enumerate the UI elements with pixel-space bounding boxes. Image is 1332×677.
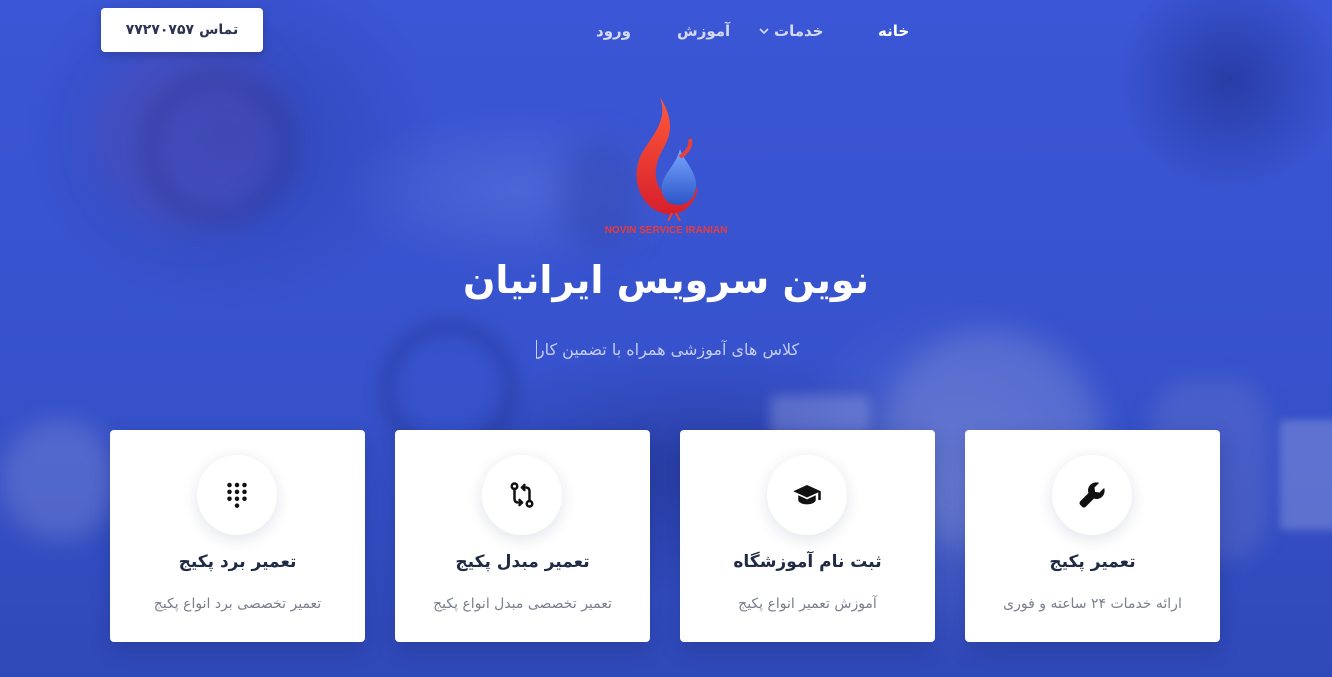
- hero-subtitle-text: کلاس های آموزشی همراه با تضمین کار: [536, 340, 800, 359]
- card-description: تعمیر تخصصی برد انواع پکیج: [153, 596, 322, 612]
- card-icon-circle: [1052, 455, 1132, 535]
- nav-item-login[interactable]: ورود: [596, 22, 631, 40]
- card-title: ثبت نام آموزشگاه: [733, 552, 882, 572]
- dialpad-icon: [227, 482, 247, 508]
- card-description: آموزش تعمیر انواع پکیج: [738, 596, 877, 612]
- card-icon-circle: [197, 455, 277, 535]
- flame-drop-logo-icon: [636, 97, 698, 222]
- card-icon-circle: [482, 455, 562, 535]
- card-title: تعمیر پکیج: [1049, 552, 1136, 572]
- graduation-cap-icon: [793, 485, 821, 505]
- nav-item-training[interactable]: آموزش: [677, 22, 730, 40]
- card-icon-circle: [767, 455, 847, 535]
- card-description: ارائه خدمات ۲۴ ساعته و فوری: [1003, 596, 1182, 612]
- card-title: تعمیر مبدل پکیج: [455, 552, 590, 572]
- wrench-icon: [1079, 482, 1105, 508]
- chevron-down-icon: [759, 28, 769, 35]
- card-title: تعمیر برد پکیج: [178, 552, 297, 572]
- git-compare-icon: [510, 482, 534, 508]
- service-card-exchanger-repair[interactable]: تعمیر مبدل پکیج تعمیر تخصصی مبدل انواع پ…: [395, 430, 650, 642]
- main-nav: خانه خدمات آموزش ورود: [0, 22, 1332, 46]
- service-card-school-registration[interactable]: ثبت نام آموزشگاه آموزش تعمیر انواع پکیج: [680, 430, 935, 642]
- nav-item-home[interactable]: خانه: [878, 22, 909, 40]
- service-card-package-repair[interactable]: تعمیر پکیج ارائه خدمات ۲۴ ساعته و فوری: [965, 430, 1220, 642]
- logo-text: NOVIN SERVICE IRANIAN: [604, 225, 728, 236]
- card-description: تعمیر تخصصی مبدل انواع پکیج: [433, 596, 612, 612]
- nav-item-services[interactable]: خدمات: [758, 22, 823, 40]
- page-title: نوین سرویس ایرانیان: [462, 258, 870, 302]
- hero-subtitle: کلاس های آموزشی همراه با تضمین کار: [0, 340, 1332, 359]
- service-card-board-repair[interactable]: تعمیر برد پکیج تعمیر تخصصی برد انواع پکی…: [110, 430, 365, 642]
- logo[interactable]: NOVIN SERVICE IRANIAN: [596, 95, 736, 245]
- nav-item-services-label: خدمات: [774, 22, 824, 40]
